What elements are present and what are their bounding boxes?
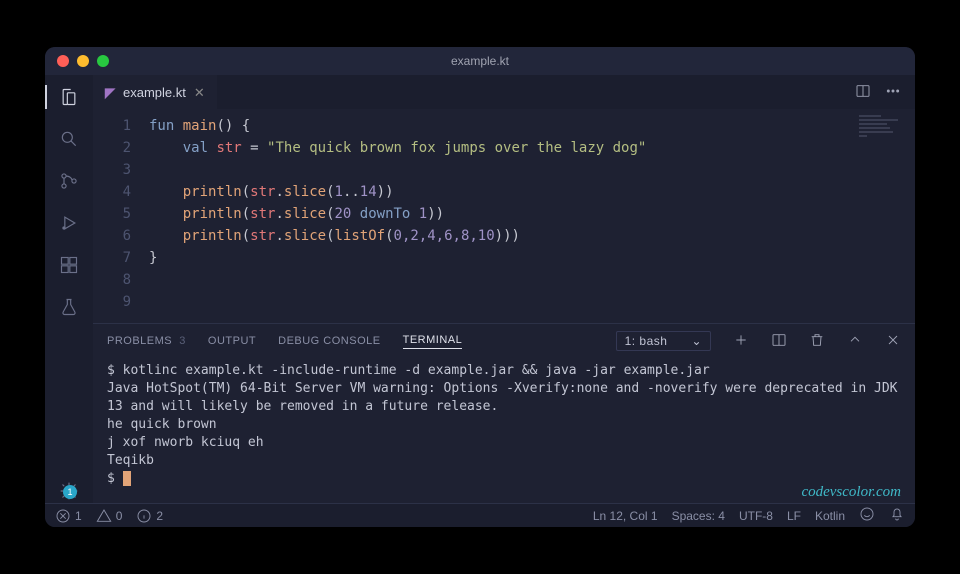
search-icon[interactable] xyxy=(57,127,81,151)
status-bar: 1 0 2 Ln 12, Col 1 Spaces: 4 UTF-8 LF Ko… xyxy=(45,503,915,527)
feedback-icon[interactable] xyxy=(859,506,875,525)
notifications-icon[interactable] xyxy=(889,506,905,525)
code-content[interactable]: fun main() { val str = "The quick brown … xyxy=(149,109,915,323)
tab-bar: ◤ example.kt ✕ xyxy=(93,75,915,109)
status-errors[interactable]: 1 xyxy=(55,508,82,524)
vscode-window: example.kt 1 ◤ example.kt ✕ xyxy=(45,47,915,527)
status-infos[interactable]: 2 xyxy=(136,508,163,524)
code-editor[interactable]: 123 456 789 fun main() { val str = "The … xyxy=(93,109,915,323)
activity-bar: 1 xyxy=(45,75,93,503)
source-control-icon[interactable] xyxy=(57,169,81,193)
chevron-down-icon: ⌄ xyxy=(691,334,702,348)
line-gutter: 123 456 789 xyxy=(93,109,149,323)
kotlin-file-icon: ◤ xyxy=(105,85,115,101)
tab-label: example.kt xyxy=(123,85,186,100)
tab-debug-console[interactable]: DEBUG CONSOLE xyxy=(278,335,380,347)
tab-output[interactable]: OUTPUT xyxy=(208,335,256,347)
status-encoding[interactable]: UTF-8 xyxy=(739,509,773,523)
traffic-lights xyxy=(57,55,109,67)
minimize-window-button[interactable] xyxy=(77,55,89,67)
tab-problems[interactable]: PROBLEMS 3 xyxy=(107,335,186,347)
window-title: example.kt xyxy=(451,54,509,68)
zoom-window-button[interactable] xyxy=(97,55,109,67)
terminal-cursor xyxy=(123,471,131,486)
workbench: 1 ◤ example.kt ✕ 123 456 xyxy=(45,75,915,503)
settings-gear-icon[interactable]: 1 xyxy=(57,479,81,503)
explorer-icon[interactable] xyxy=(57,85,81,109)
panel-tabs: PROBLEMS 3 OUTPUT DEBUG CONSOLE TERMINAL… xyxy=(93,324,915,358)
new-terminal-icon[interactable] xyxy=(733,332,749,351)
minimap[interactable] xyxy=(859,115,915,155)
bottom-panel: PROBLEMS 3 OUTPUT DEBUG CONSOLE TERMINAL… xyxy=(93,323,915,503)
watermark: codevscolor.com xyxy=(801,483,901,501)
close-window-button[interactable] xyxy=(57,55,69,67)
more-actions-icon[interactable] xyxy=(885,83,901,102)
status-language[interactable]: Kotlin xyxy=(815,509,845,523)
settings-badge: 1 xyxy=(63,485,77,499)
split-terminal-icon[interactable] xyxy=(771,332,787,351)
kill-terminal-icon[interactable] xyxy=(809,332,825,351)
terminal-output[interactable]: $ kotlinc example.kt -include-runtime -d… xyxy=(93,358,915,503)
split-editor-icon[interactable] xyxy=(855,83,871,102)
close-panel-icon[interactable] xyxy=(885,332,901,351)
status-warnings[interactable]: 0 xyxy=(96,508,123,524)
terminal-selector[interactable]: 1: bash⌄ xyxy=(616,331,711,351)
tab-terminal[interactable]: TERMINAL xyxy=(403,334,463,349)
status-eol[interactable]: LF xyxy=(787,509,801,523)
close-tab-icon[interactable]: ✕ xyxy=(194,85,205,101)
tab-example-kt[interactable]: ◤ example.kt ✕ xyxy=(93,75,217,109)
status-cursor-position[interactable]: Ln 12, Col 1 xyxy=(593,509,658,523)
testing-icon[interactable] xyxy=(57,295,81,319)
maximize-panel-icon[interactable] xyxy=(847,332,863,351)
run-debug-icon[interactable] xyxy=(57,211,81,235)
status-indent[interactable]: Spaces: 4 xyxy=(672,509,725,523)
editor-group: ◤ example.kt ✕ 123 456 789 fun main() { … xyxy=(93,75,915,503)
extensions-icon[interactable] xyxy=(57,253,81,277)
titlebar: example.kt xyxy=(45,47,915,75)
